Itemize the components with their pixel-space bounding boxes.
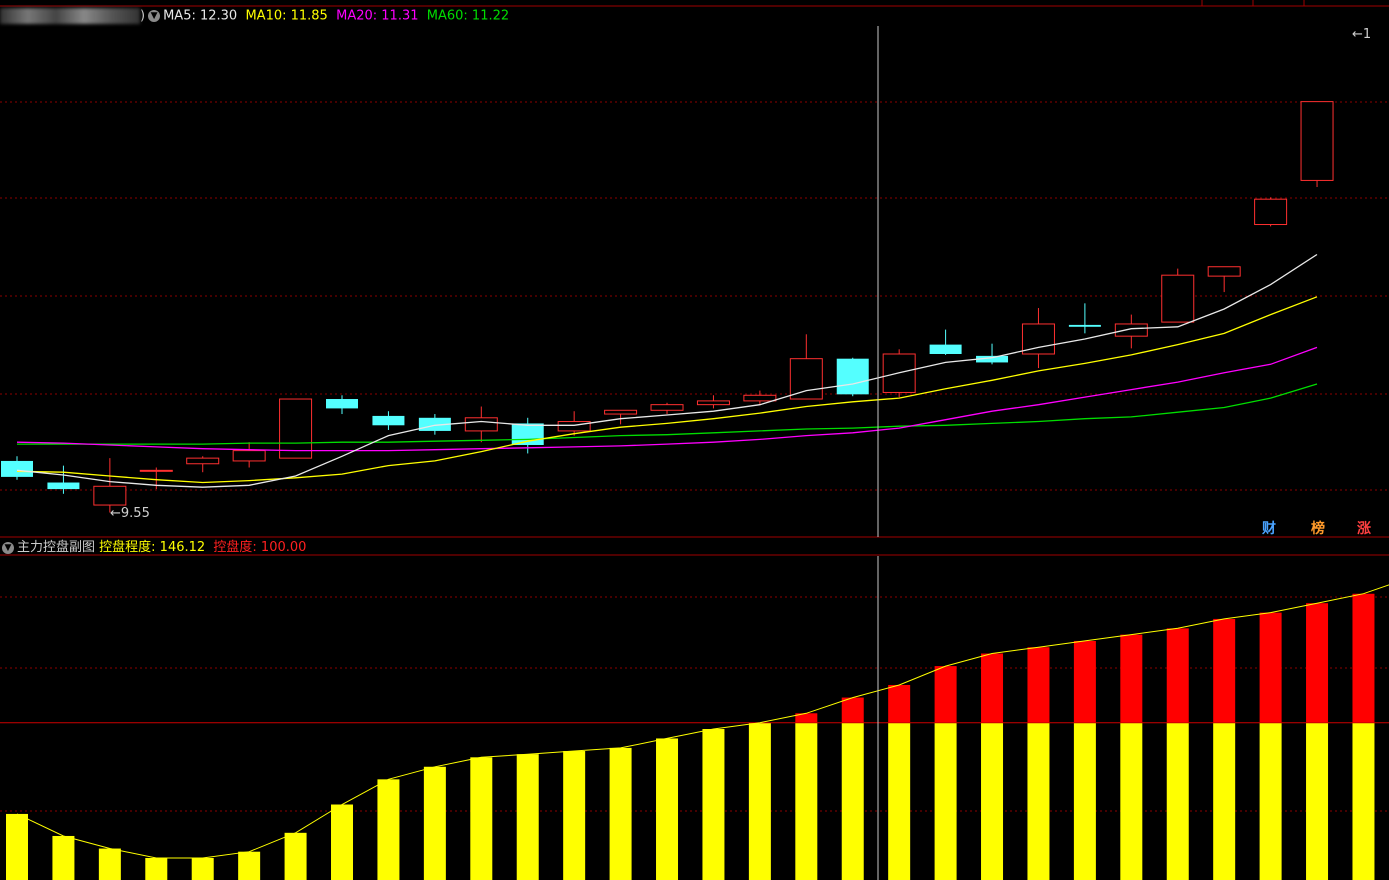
control-bar bbox=[331, 804, 354, 880]
candle-body-up bbox=[789, 358, 823, 400]
candle-body-up bbox=[186, 457, 220, 465]
main-legend: ) ▼ MA5: 12.30 MA10: 11.85 MA20: 11.31 MA6… bbox=[0, 8, 509, 25]
max-price-marker: ←1 bbox=[1352, 27, 1372, 42]
control-bar-base bbox=[1352, 722, 1375, 880]
candle-body-up bbox=[232, 450, 266, 462]
candle-body-up bbox=[557, 421, 591, 432]
candle-body-up bbox=[464, 417, 498, 432]
candle-body-up bbox=[696, 400, 730, 406]
candle-body-down bbox=[326, 399, 359, 409]
control-bar bbox=[748, 722, 771, 880]
candle-body-up bbox=[604, 409, 638, 415]
ranking-badge[interactable]: 榜 bbox=[1311, 518, 1325, 538]
candle-body-up bbox=[1207, 266, 1241, 277]
rise-badge[interactable]: 涨 bbox=[1357, 518, 1371, 538]
candle-body-up bbox=[1300, 101, 1334, 181]
ma5-line bbox=[16, 253, 1318, 488]
control-bar bbox=[238, 851, 261, 880]
ma60-label: MA60: 11.22 bbox=[426, 8, 510, 24]
chevron-down-icon[interactable]: ▼ bbox=[2, 541, 14, 554]
candle-body-up bbox=[743, 394, 777, 402]
finance-badge[interactable]: 财 bbox=[1262, 518, 1276, 538]
control-bar-base bbox=[1259, 722, 1282, 880]
control-bar bbox=[98, 848, 121, 880]
control-bar-base bbox=[1027, 722, 1050, 880]
control-bar-excess bbox=[1306, 603, 1329, 723]
control-bar-excess bbox=[1166, 628, 1189, 723]
control-bar bbox=[377, 779, 400, 880]
control-bar-excess bbox=[981, 653, 1004, 723]
control-bar-base bbox=[934, 722, 957, 880]
control-bar bbox=[702, 729, 725, 880]
control-bar bbox=[423, 766, 446, 880]
candle-body-up bbox=[1114, 323, 1148, 337]
min-price-marker: ←9.55 bbox=[110, 506, 150, 521]
control-bar-base bbox=[888, 722, 911, 880]
candle-body-down bbox=[836, 358, 869, 395]
chevron-down-icon[interactable]: ▼ bbox=[148, 10, 161, 22]
sub-legend: ▼ 主力控盘副图 控盘程度: 146.12 控盘度: 100.00 bbox=[0, 540, 306, 556]
control-bar bbox=[470, 757, 493, 880]
chart-window[interactable]: { "colors": {"ma5":"#e8e8e8","ma10":"#ff… bbox=[0, 0, 1389, 880]
control-bar-excess bbox=[1027, 647, 1050, 723]
control-bar-excess bbox=[1213, 618, 1236, 723]
control-bar bbox=[191, 857, 214, 880]
control-bar bbox=[145, 857, 168, 880]
control-bar-excess bbox=[1120, 634, 1143, 723]
control-bar bbox=[656, 738, 679, 880]
control-bar bbox=[516, 754, 539, 880]
chart-canvas[interactable] bbox=[0, 0, 1389, 880]
ma10-label: MA10: 11.85 bbox=[245, 8, 328, 24]
control-bar-base bbox=[1073, 722, 1096, 880]
control-bar-base bbox=[1306, 722, 1329, 880]
control-bar-base bbox=[981, 722, 1004, 880]
candle-body-up bbox=[1254, 198, 1288, 226]
candle-body-down bbox=[929, 344, 962, 354]
candle-body-up bbox=[139, 469, 173, 472]
control-bar-excess bbox=[888, 684, 911, 723]
candle-body-down bbox=[47, 482, 80, 490]
control-bar-excess bbox=[1073, 640, 1096, 723]
candle-body-up bbox=[279, 398, 313, 459]
control-level-label: 控盘度: 100.00 bbox=[213, 540, 307, 555]
ma20-label: MA20: 11.31 bbox=[336, 8, 419, 24]
candle-body-up bbox=[93, 485, 127, 506]
ma5-label: MA5: 12.30 bbox=[163, 8, 238, 24]
control-bar-excess bbox=[934, 666, 957, 723]
control-bar bbox=[6, 813, 28, 880]
candle-body-down bbox=[372, 415, 405, 426]
control-bar-base bbox=[841, 722, 864, 880]
control-bar-excess bbox=[1259, 612, 1282, 723]
control-bar-base bbox=[1166, 722, 1189, 880]
stock-name-suffix: ) bbox=[140, 8, 146, 24]
candle-body-up bbox=[650, 404, 684, 411]
ma60-line bbox=[17, 383, 1318, 445]
control-bar bbox=[563, 751, 586, 880]
control-bar-excess bbox=[841, 697, 864, 723]
control-bar-base bbox=[1213, 722, 1236, 880]
control-bar bbox=[284, 832, 307, 880]
control-bar-excess bbox=[1352, 593, 1375, 723]
control-bar bbox=[609, 747, 632, 880]
stock-name-blurred bbox=[0, 8, 140, 24]
control-degree-label: 控盘程度: 146.12 bbox=[99, 540, 206, 555]
control-bar bbox=[52, 835, 75, 880]
control-bar-base bbox=[795, 722, 818, 880]
candle-body-down bbox=[1068, 324, 1101, 327]
control-bar-base bbox=[1120, 722, 1143, 880]
sub-chart-title: 主力控盘副图 bbox=[17, 540, 96, 555]
candle-body-down bbox=[1, 460, 33, 477]
candle-body-up bbox=[1161, 274, 1195, 323]
